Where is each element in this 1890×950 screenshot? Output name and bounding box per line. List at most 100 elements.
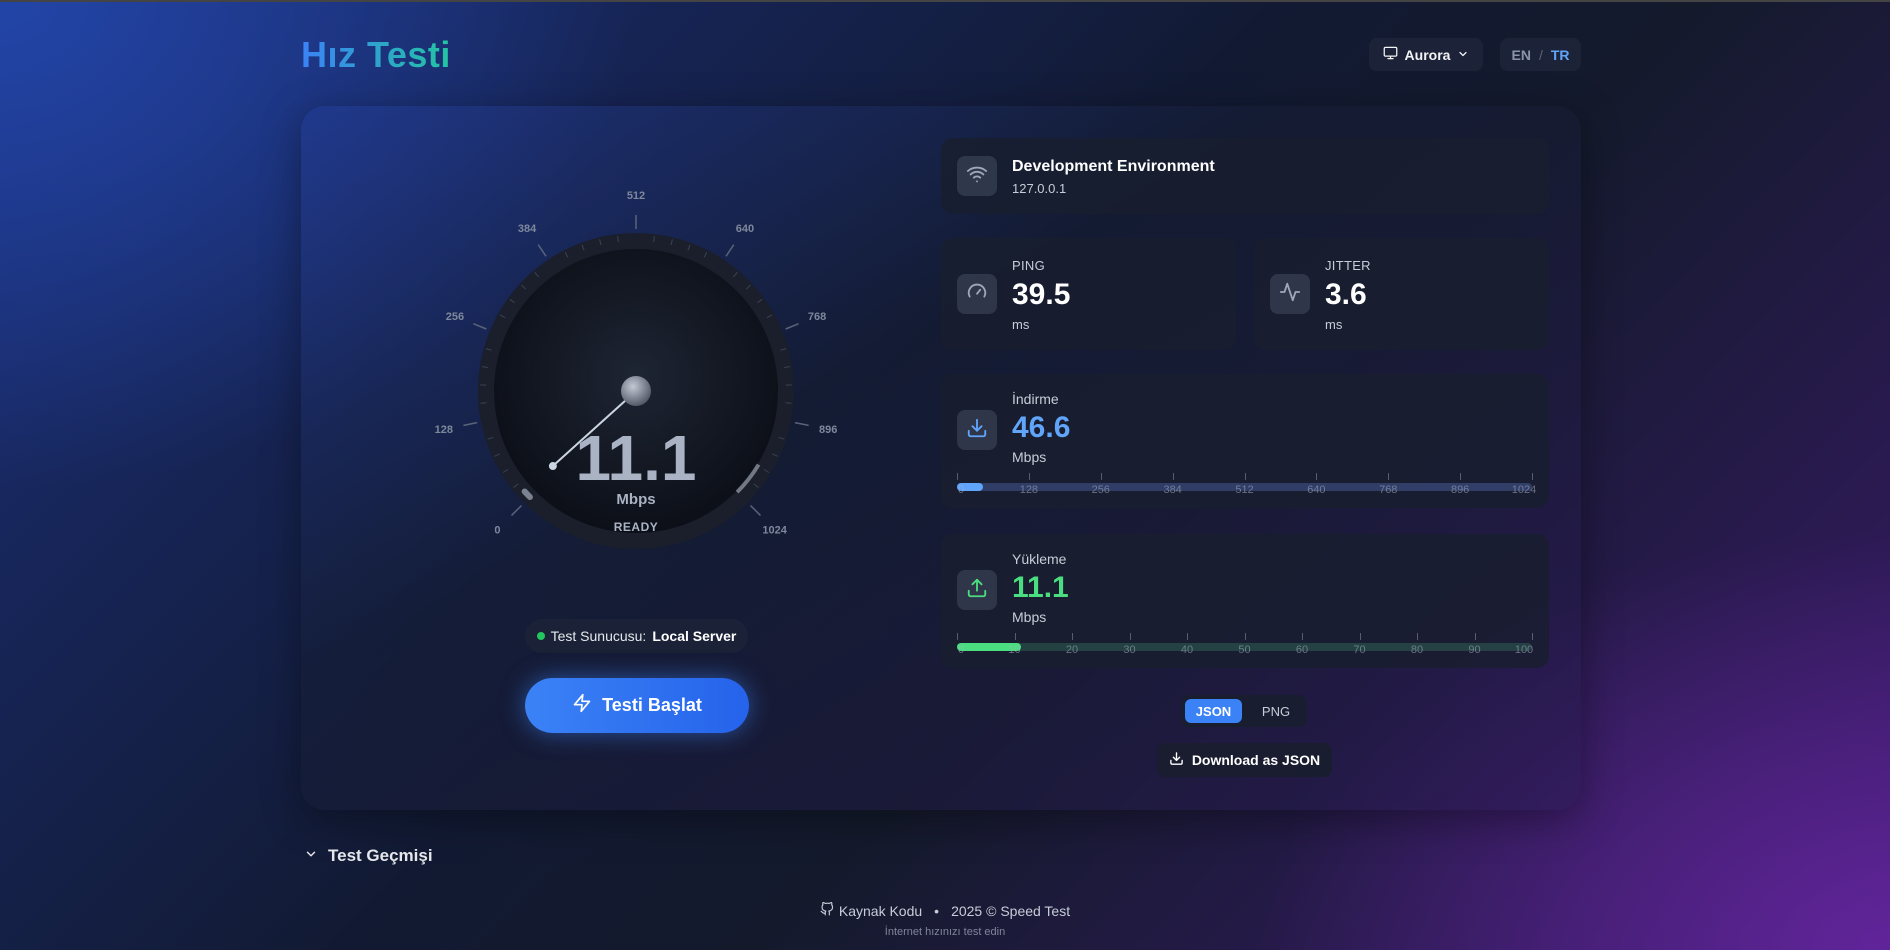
- server-name: Local Server: [652, 628, 737, 644]
- download-value: 46.6: [1012, 411, 1071, 444]
- jitter-icon-box: [1270, 274, 1310, 314]
- environment-card: Development Environment 127.0.0.1: [941, 138, 1549, 214]
- activity-icon: [1279, 281, 1301, 308]
- progress-tick-label: 80: [1410, 644, 1424, 656]
- window-top-border: [0, 0, 1890, 2]
- progress-tick: [1014, 633, 1016, 640]
- gauge-tick-label: 1024: [762, 525, 787, 537]
- monitor-icon: [1383, 46, 1398, 63]
- upload-value: 11.1: [1012, 571, 1069, 604]
- footer-separator: •: [934, 902, 940, 919]
- progress-tick: [1359, 633, 1361, 640]
- test-history-label: Test Geçmişi: [328, 846, 433, 865]
- progress-tick-label: 128: [1019, 484, 1039, 496]
- download-json-label: Download as JSON: [1191, 752, 1321, 768]
- progress-tick: [1460, 473, 1462, 480]
- download-label: İndirme: [1012, 391, 1059, 407]
- jitter-card: JITTER 3.6 ms: [1254, 238, 1549, 350]
- progress-tick-label: 60: [1295, 644, 1309, 656]
- gauge-major-tick: [794, 421, 809, 427]
- progress-tick-label: 20: [1065, 644, 1079, 656]
- chevron-down-icon: [1457, 47, 1469, 63]
- gauge-tick-label: 640: [736, 223, 754, 235]
- progress-tick-label: 384: [1163, 484, 1182, 496]
- format-json-button[interactable]: JSON: [1185, 699, 1242, 723]
- environment-ip: 127.0.0.1: [1012, 181, 1067, 196]
- upload-icon: [966, 577, 988, 604]
- start-test-button[interactable]: Testi Başlat: [525, 678, 749, 733]
- progress-tick-label: 0: [957, 644, 965, 656]
- gauge-major-tick: [750, 505, 761, 516]
- upload-unit: Mbps: [1012, 609, 1047, 625]
- bolt-icon: [572, 693, 592, 718]
- gauge-major-tick: [463, 421, 478, 427]
- speedometer-icon: [966, 281, 988, 308]
- download-icon: [966, 417, 988, 444]
- download-icon: [1169, 751, 1184, 769]
- progress-tick: [1244, 473, 1246, 480]
- gauge-progress-arc: [521, 488, 533, 501]
- upload-label: Yükleme: [1012, 551, 1067, 567]
- gauge-major-tick: [511, 505, 522, 516]
- progress-tick: [1028, 473, 1030, 480]
- progress-tick: [957, 633, 958, 640]
- gauge-minor-tick: [617, 236, 619, 243]
- download-card: İndirme 46.6 Mbps 0 128 256 384 512 640 768 896…: [941, 374, 1549, 508]
- environment-title: Development Environment: [1012, 158, 1215, 175]
- lang-tr-button[interactable]: TR: [1551, 47, 1570, 63]
- progress-tick-label: 100: [1514, 644, 1534, 656]
- export-format-toggle: JSON PNG: [1181, 695, 1307, 727]
- start-test-label: Testi Başlat: [602, 695, 702, 715]
- progress-tick-label: 512: [1235, 484, 1254, 496]
- ping-value: 39.5: [1012, 278, 1071, 311]
- jitter-value: 3.6: [1325, 278, 1367, 311]
- progress-tick: [1129, 633, 1131, 640]
- source-code-label: Kaynak Kodu: [838, 902, 923, 919]
- progress-tick-label: 256: [1091, 484, 1110, 496]
- gauge-major-tick: [785, 322, 799, 330]
- download-json-button[interactable]: Download as JSON: [1157, 743, 1332, 777]
- gauge-tick-label: 896: [819, 424, 837, 436]
- progress-tick: [1072, 633, 1073, 640]
- speed-gauge: 0 128 256 384 512 640 768 896 1024 11.1 Mbps REA…: [420, 180, 850, 580]
- test-history-toggle[interactable]: Test Geçmişi: [304, 846, 433, 866]
- gauge-tick-label: 128: [435, 424, 453, 436]
- progress-tick-label: 640: [1307, 484, 1326, 496]
- jitter-label: JITTER: [1325, 258, 1371, 273]
- footer-tagline: İnternet hızınızı test edin: [884, 926, 1006, 938]
- gauge-unit: Mbps: [616, 491, 655, 508]
- download-unit: Mbps: [1012, 449, 1047, 465]
- source-code-link[interactable]: Kaynak Kodu: [820, 901, 923, 919]
- chevron-down-icon: [304, 846, 318, 866]
- gauge-tick-label: 768: [808, 311, 826, 323]
- wifi-icon: [966, 163, 988, 190]
- progress-tick: [1302, 633, 1303, 640]
- gauge-tick-label: 0: [494, 525, 500, 537]
- progress-tick-label: 0: [957, 484, 965, 496]
- ping-icon-box: [957, 274, 997, 314]
- gauge-hub: [621, 376, 651, 406]
- gauge-major-tick: [725, 244, 735, 257]
- gauge-needle-tip: [548, 462, 557, 471]
- lang-en-button[interactable]: EN: [1511, 47, 1530, 63]
- format-png-button[interactable]: PNG: [1249, 699, 1303, 723]
- progress-tick-label: 1024: [1511, 484, 1537, 496]
- gauge-value: 11.1: [575, 422, 696, 494]
- server-label: Test Sunucusu:: [550, 628, 647, 644]
- progress-tick: [957, 473, 958, 480]
- progress-tick: [1100, 473, 1102, 480]
- upload-card: Yükleme 11.1 Mbps 0 10 20 30 40 50 60 70 80 90 100: [941, 534, 1549, 668]
- copyright-text: 2025 © Speed Test: [951, 902, 1071, 919]
- progress-tick-label: 40: [1180, 644, 1194, 656]
- progress-tick: [1474, 633, 1476, 640]
- test-server-indicator: Test Sunucusu: Local Server: [525, 619, 748, 653]
- lang-separator: /: [1538, 46, 1543, 63]
- download-progress: 0 128 256 384 512 640 768 896 1024: [957, 473, 1536, 501]
- progress-tick-label: 70: [1353, 644, 1366, 656]
- theme-selector[interactable]: Aurora: [1369, 38, 1483, 71]
- theme-label: Aurora: [1404, 46, 1451, 63]
- github-icon: [820, 901, 834, 919]
- gauge-tick-label: 256: [446, 311, 464, 323]
- app-logo[interactable]: Hız Testi: [301, 34, 451, 76]
- progress-tick: [1532, 633, 1533, 640]
